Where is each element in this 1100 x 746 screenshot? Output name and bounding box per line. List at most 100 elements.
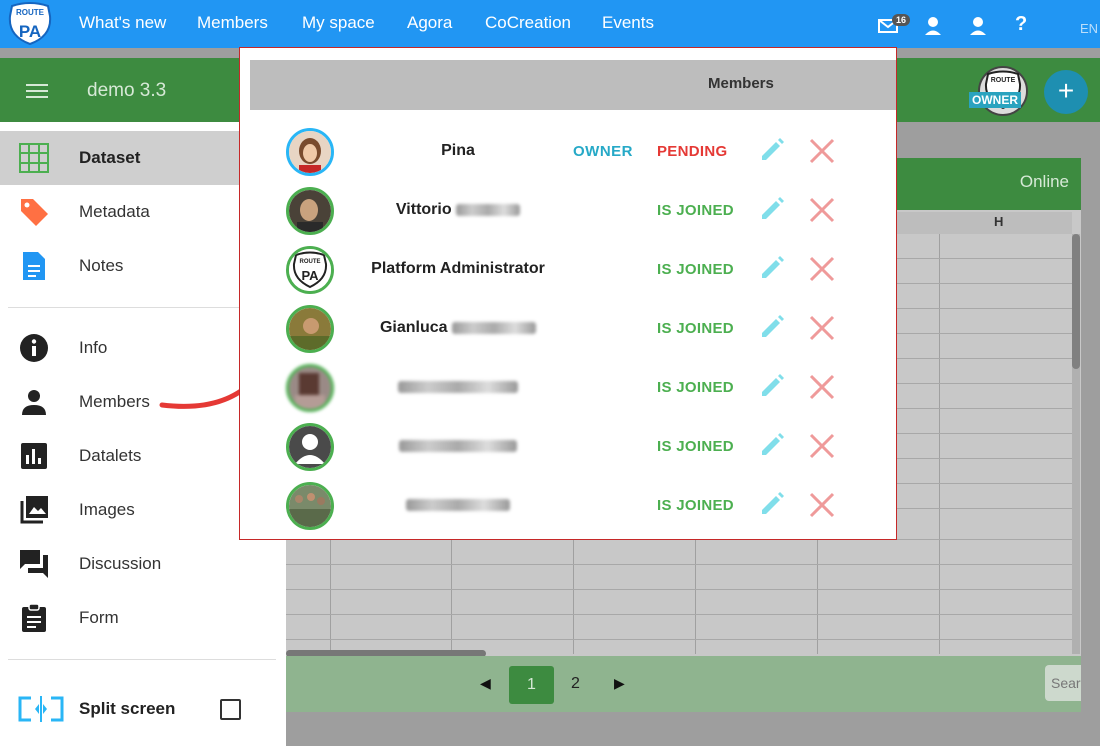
member-status: IS JOINED [657,202,734,219]
page-2-button[interactable]: 2 [571,675,580,693]
split-screen-icon [16,693,66,725]
grid-icon [18,142,50,174]
edit-icon[interactable] [758,254,788,284]
nav-events[interactable]: Events [602,13,654,33]
sidebar-item-label: Info [79,338,108,357]
sidebar-item-label: Images [79,500,135,519]
page-1-button[interactable]: 1 [509,666,554,704]
member-row: ROUTE PA Platform Administrator IS JOINED [240,246,896,305]
modal-title: Members [708,75,774,92]
nav-my-space[interactable]: My space [302,13,375,33]
svg-text:ROUTE: ROUTE [300,259,321,265]
remove-member-icon[interactable] [809,433,837,461]
profile-icon[interactable] [924,16,942,41]
grid-line [939,234,940,654]
next-page-button[interactable]: ▶ [614,675,625,692]
column-h-header[interactable]: H [994,214,1003,229]
images-icon [18,494,50,526]
edit-icon[interactable] [758,313,788,343]
redacted-name [398,380,518,393]
grid-line [286,614,1072,615]
chat-icon [18,548,50,580]
split-screen-label: Split screen [79,699,176,718]
user-icon[interactable] [969,16,987,41]
remove-member-icon[interactable] [809,492,837,520]
sidebar-item-label: Datalets [79,446,142,465]
member-avatar [286,305,334,353]
member-name: Platform Administrator [371,260,545,277]
redacted-name [406,498,510,511]
tag-icon [18,196,50,228]
member-row: IS JOINED [240,482,896,539]
sidebar-item-label: Members [79,392,150,411]
person-icon [18,386,50,418]
pagination-bar: ◀ 1 2 ▶ Search [286,656,1081,712]
members-modal: Members Pina OWNER PENDING Vittorio IS J… [239,47,897,540]
sidebar-divider [8,659,276,660]
svg-text:PA: PA [301,268,319,283]
edit-icon[interactable] [758,372,788,402]
member-name: Vittorio [348,201,568,219]
owner-tag: OWNER [969,92,1021,108]
edit-icon[interactable] [758,136,788,166]
remove-member-icon[interactable] [809,374,837,402]
sidebar-item-label: Metadata [79,202,150,221]
member-name [348,437,568,455]
nav-cocreation[interactable]: CoCreation [485,13,571,33]
sidebar-item-label: Dataset [79,148,141,167]
member-status: IS JOINED [657,320,734,337]
member-avatar [286,128,334,176]
nav-members[interactable]: Members [197,13,268,33]
member-role-badge: OWNER [573,143,633,160]
help-icon[interactable]: ? [1015,13,1027,36]
member-avatar [286,482,334,530]
nav-agora[interactable]: Agora [407,13,452,33]
member-row: Vittorio IS JOINED [240,187,896,246]
svg-text:PA: PA [19,22,41,41]
sidebar-item-label: Notes [79,256,124,275]
grid-line [286,564,1072,565]
add-button[interactable]: + [1044,70,1088,114]
remove-member-icon[interactable] [809,197,837,225]
route-to-pa-logo[interactable]: ROUTE PA [6,2,54,46]
remove-member-icon[interactable] [809,256,837,284]
clipboard-icon [18,602,50,634]
split-screen-toggle[interactable]: Split screen [0,682,286,736]
edit-icon[interactable] [758,431,788,461]
member-avatar: ROUTE PA [286,246,334,294]
member-status: IS JOINED [657,438,734,455]
remove-member-icon[interactable] [809,315,837,343]
member-avatar [286,187,334,235]
remove-member-icon[interactable] [809,138,837,166]
sidebar-item-discussion[interactable]: Discussion [0,537,286,591]
search-input[interactable]: Search [1045,665,1081,701]
document-icon [18,250,50,282]
member-status: PENDING [657,143,728,160]
nav-whats-new[interactable]: What's new [79,13,166,33]
sidebar-item-form[interactable]: Form [0,591,286,645]
member-avatar [286,364,334,412]
grid-line [286,589,1072,590]
top-navbar: ROUTE PA What's new Members My space Ago… [0,0,1100,48]
scroll-thumb[interactable] [1072,234,1080,369]
prev-page-button[interactable]: ◀ [480,675,491,692]
vertical-scrollbar[interactable] [1072,234,1080,654]
member-avatar [286,423,334,471]
redacted-name [399,439,517,452]
sidebar-item-label: Form [79,608,119,627]
online-status: Online [1019,172,1069,191]
edit-icon[interactable] [758,490,788,520]
sidebar-divider [8,307,276,308]
redacted-surname [456,203,521,216]
member-row: Pina OWNER PENDING [240,128,896,187]
menu-icon[interactable] [26,84,48,98]
svg-text:ROUTE: ROUTE [16,8,45,17]
svg-text:ROUTE: ROUTE [991,77,1016,84]
language-selector[interactable]: EN [1080,21,1098,36]
member-row: IS JOINED [240,423,896,482]
edit-icon[interactable] [758,195,788,225]
owner-avatar[interactable]: ROUTE [978,66,1028,116]
member-name: Gianluca [348,319,568,337]
split-screen-checkbox[interactable] [220,698,241,720]
member-row: Gianluca IS JOINED [240,305,896,364]
